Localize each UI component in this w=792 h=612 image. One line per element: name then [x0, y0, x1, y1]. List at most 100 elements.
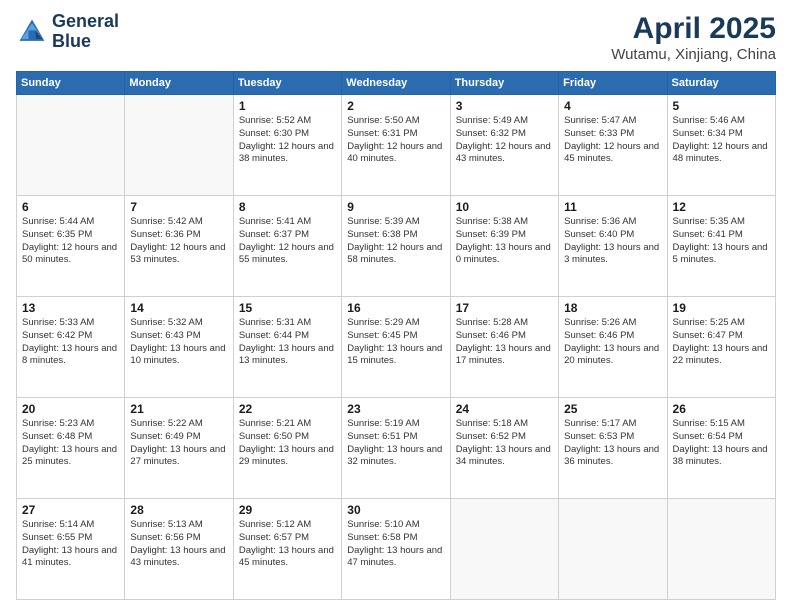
day-number: 28 — [130, 503, 227, 517]
daylight-text: Daylight: 13 hours and 41 minutes. — [22, 545, 119, 571]
sunrise-text: Sunrise: 5:50 AM — [347, 115, 444, 128]
daylight-text: Daylight: 12 hours and 38 minutes. — [239, 141, 336, 167]
calendar-week-row: 13Sunrise: 5:33 AMSunset: 6:42 PMDayligh… — [17, 297, 776, 398]
sunset-text: Sunset: 6:50 PM — [239, 431, 336, 444]
sunrise-text: Sunrise: 5:22 AM — [130, 418, 227, 431]
calendar-cell: 20Sunrise: 5:23 AMSunset: 6:48 PMDayligh… — [17, 398, 125, 499]
calendar-cell: 9Sunrise: 5:39 AMSunset: 6:38 PMDaylight… — [342, 196, 450, 297]
weekday-header-cell: Monday — [125, 72, 233, 95]
sunset-text: Sunset: 6:30 PM — [239, 128, 336, 141]
calendar-cell — [667, 499, 775, 600]
calendar-cell: 21Sunrise: 5:22 AMSunset: 6:49 PMDayligh… — [125, 398, 233, 499]
daylight-text: Daylight: 13 hours and 3 minutes. — [564, 242, 661, 268]
day-number: 27 — [22, 503, 119, 517]
day-number: 5 — [673, 99, 770, 113]
calendar-cell: 30Sunrise: 5:10 AMSunset: 6:58 PMDayligh… — [342, 499, 450, 600]
sunset-text: Sunset: 6:56 PM — [130, 532, 227, 545]
daylight-text: Daylight: 13 hours and 13 minutes. — [239, 343, 336, 369]
day-number: 14 — [130, 301, 227, 315]
day-number: 18 — [564, 301, 661, 315]
sunset-text: Sunset: 6:44 PM — [239, 330, 336, 343]
daylight-text: Daylight: 13 hours and 25 minutes. — [22, 444, 119, 470]
sunrise-text: Sunrise: 5:12 AM — [239, 519, 336, 532]
sunrise-text: Sunrise: 5:42 AM — [130, 216, 227, 229]
calendar-week-row: 20Sunrise: 5:23 AMSunset: 6:48 PMDayligh… — [17, 398, 776, 499]
day-number: 16 — [347, 301, 444, 315]
calendar-cell: 23Sunrise: 5:19 AMSunset: 6:51 PMDayligh… — [342, 398, 450, 499]
sunset-text: Sunset: 6:49 PM — [130, 431, 227, 444]
daylight-text: Daylight: 13 hours and 34 minutes. — [456, 444, 553, 470]
sunrise-text: Sunrise: 5:15 AM — [673, 418, 770, 431]
calendar-cell: 7Sunrise: 5:42 AMSunset: 6:36 PMDaylight… — [125, 196, 233, 297]
day-number: 13 — [22, 301, 119, 315]
calendar-cell: 18Sunrise: 5:26 AMSunset: 6:46 PMDayligh… — [559, 297, 667, 398]
calendar-cell: 28Sunrise: 5:13 AMSunset: 6:56 PMDayligh… — [125, 499, 233, 600]
sunrise-text: Sunrise: 5:13 AM — [130, 519, 227, 532]
sunset-text: Sunset: 6:47 PM — [673, 330, 770, 343]
day-number: 7 — [130, 200, 227, 214]
daylight-text: Daylight: 13 hours and 32 minutes. — [347, 444, 444, 470]
page: General Blue April 2025 Wutamu, Xinjiang… — [0, 0, 792, 612]
logo-text: General Blue — [52, 12, 119, 52]
day-number: 1 — [239, 99, 336, 113]
calendar-cell: 13 Sunrise: 5:33 AMSunset: 6:42 PMDayligh… — [17, 297, 125, 398]
day-number: 19 — [673, 301, 770, 315]
sunrise-text: Sunrise: 5:33 AM — [22, 317, 119, 330]
daylight-text: Daylight: 13 hours and 17 minutes. — [456, 343, 553, 369]
calendar-cell — [559, 499, 667, 600]
daylight-text: Daylight: 12 hours and 48 minutes. — [673, 141, 770, 167]
calendar-cell: 14Sunrise: 5:32 AMSunset: 6:43 PMDayligh… — [125, 297, 233, 398]
daylight-text: Daylight: 12 hours and 43 minutes. — [456, 141, 553, 167]
weekday-header-cell: Wednesday — [342, 72, 450, 95]
calendar-cell: 22Sunrise: 5:21 AMSunset: 6:50 PMDayligh… — [233, 398, 341, 499]
calendar-week-row: 6Sunrise: 5:44 AMSunset: 6:35 PMDaylight… — [17, 196, 776, 297]
daylight-text: Daylight: 13 hours and 38 minutes. — [673, 444, 770, 470]
daylight-text: Daylight: 13 hours and 45 minutes. — [239, 545, 336, 571]
sunset-text: Sunset: 6:43 PM — [130, 330, 227, 343]
calendar-cell: 11Sunrise: 5:36 AMSunset: 6:40 PMDayligh… — [559, 196, 667, 297]
header: General Blue April 2025 Wutamu, Xinjiang… — [16, 12, 776, 63]
daylight-text: Daylight: 13 hours and 36 minutes. — [564, 444, 661, 470]
day-number: 15 — [239, 301, 336, 315]
day-number: 25 — [564, 402, 661, 416]
sunrise-text: Sunrise: 5:52 AM — [239, 115, 336, 128]
sunset-text: Sunset: 6:46 PM — [456, 330, 553, 343]
day-number: 29 — [239, 503, 336, 517]
calendar-cell: 16Sunrise: 5:29 AMSunset: 6:45 PMDayligh… — [342, 297, 450, 398]
sunrise-text: Sunrise: 5:44 AM — [22, 216, 119, 229]
sunset-text: Sunset: 6:51 PM — [347, 431, 444, 444]
sunset-text: Sunset: 6:33 PM — [564, 128, 661, 141]
sunrise-text: Sunrise: 5:38 AM — [456, 216, 553, 229]
sunrise-text: Sunrise: 5:31 AM — [239, 317, 336, 330]
daylight-text: Daylight: 12 hours and 53 minutes. — [130, 242, 227, 268]
sunrise-text: Sunrise: 5:26 AM — [564, 317, 661, 330]
weekday-header-row: SundayMondayTuesdayWednesdayThursdayFrid… — [17, 72, 776, 95]
daylight-text: Daylight: 12 hours and 40 minutes. — [347, 141, 444, 167]
sunrise-text: Sunrise: 5:17 AM — [564, 418, 661, 431]
main-title: April 2025 — [611, 12, 776, 46]
calendar-week-row: 1Sunrise: 5:52 AMSunset: 6:30 PMDaylight… — [17, 95, 776, 196]
day-number: 21 — [130, 402, 227, 416]
daylight-text: Daylight: 13 hours and 8 minutes. — [22, 343, 119, 369]
sunrise-text: Sunrise: 5:14 AM — [22, 519, 119, 532]
sunrise-text: Sunrise: 5:10 AM — [347, 519, 444, 532]
weekday-header-cell: Saturday — [667, 72, 775, 95]
sunrise-text: Sunrise: 5:41 AM — [239, 216, 336, 229]
sunset-text: Sunset: 6:53 PM — [564, 431, 661, 444]
sunrise-text: Sunrise: 5:47 AM — [564, 115, 661, 128]
day-number: 11 — [564, 200, 661, 214]
sunset-text: Sunset: 6:57 PM — [239, 532, 336, 545]
sunset-text: Sunset: 6:46 PM — [564, 330, 661, 343]
calendar-week-row: 27Sunrise: 5:14 AMSunset: 6:55 PMDayligh… — [17, 499, 776, 600]
sunrise-text: Sunrise: 5:23 AM — [22, 418, 119, 431]
day-number: 23 — [347, 402, 444, 416]
weekday-header-cell: Thursday — [450, 72, 558, 95]
sunrise-text: Sunrise: 5:32 AM — [130, 317, 227, 330]
sunset-text: Sunset: 6:37 PM — [239, 229, 336, 242]
sunset-text: Sunset: 6:42 PM — [22, 330, 119, 343]
sunset-text: Sunset: 6:38 PM — [347, 229, 444, 242]
sunrise-text: Sunrise: 5:29 AM — [347, 317, 444, 330]
day-number: 9 — [347, 200, 444, 214]
weekday-header-cell: Sunday — [17, 72, 125, 95]
calendar-table: SundayMondayTuesdayWednesdayThursdayFrid… — [16, 71, 776, 600]
